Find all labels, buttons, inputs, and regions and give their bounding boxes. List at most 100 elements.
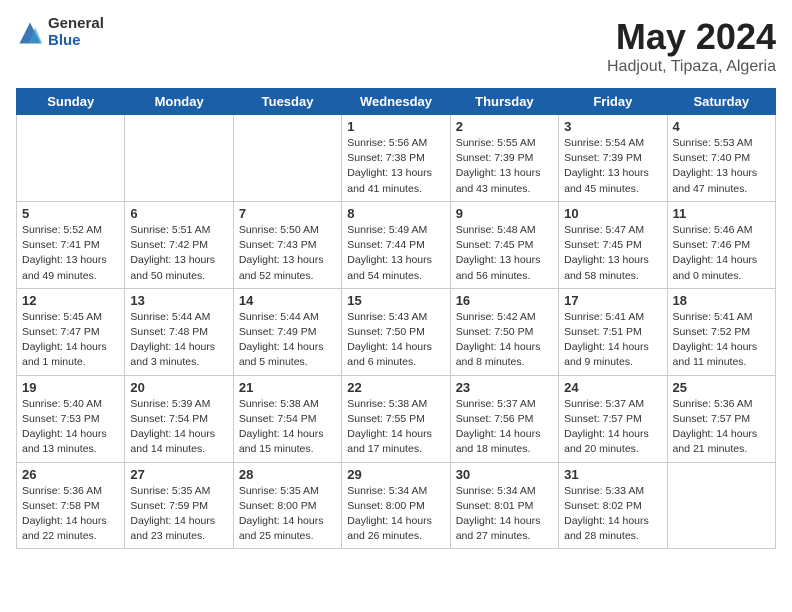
weekday-header: Saturday bbox=[667, 89, 775, 115]
calendar-cell: 11 Sunrise: 5:46 AMSunset: 7:46 PMDayligh… bbox=[667, 201, 775, 288]
day-number: 8 bbox=[347, 206, 444, 221]
day-info: Sunrise: 5:51 AMSunset: 7:42 PMDaylight:… bbox=[130, 223, 227, 284]
calendar-cell: 31 Sunrise: 5:33 AMSunset: 8:02 PMDayligh… bbox=[559, 462, 667, 549]
calendar-cell: 22 Sunrise: 5:38 AMSunset: 7:55 PMDayligh… bbox=[342, 375, 450, 462]
day-number: 9 bbox=[456, 206, 553, 221]
day-info: Sunrise: 5:44 AMSunset: 7:48 PMDaylight:… bbox=[130, 310, 227, 371]
weekday-header: Friday bbox=[559, 89, 667, 115]
calendar-cell bbox=[17, 115, 125, 202]
day-number: 12 bbox=[22, 293, 119, 308]
day-info: Sunrise: 5:41 AMSunset: 7:52 PMDaylight:… bbox=[673, 310, 770, 371]
day-info: Sunrise: 5:45 AMSunset: 7:47 PMDaylight:… bbox=[22, 310, 119, 371]
day-info: Sunrise: 5:46 AMSunset: 7:46 PMDaylight:… bbox=[673, 223, 770, 284]
day-number: 15 bbox=[347, 293, 444, 308]
day-info: Sunrise: 5:38 AMSunset: 7:55 PMDaylight:… bbox=[347, 397, 444, 458]
calendar-cell: 8 Sunrise: 5:49 AMSunset: 7:44 PMDaylight… bbox=[342, 201, 450, 288]
calendar-cell: 1 Sunrise: 5:56 AMSunset: 7:38 PMDaylight… bbox=[342, 115, 450, 202]
day-number: 18 bbox=[673, 293, 770, 308]
calendar-cell bbox=[125, 115, 233, 202]
calendar-week-row: 5Sunrise: 5:52 AMSunset: 7:41 PMDaylight… bbox=[17, 201, 776, 288]
calendar-cell: 15 Sunrise: 5:43 AMSunset: 7:50 PMDayligh… bbox=[342, 288, 450, 375]
day-info: Sunrise: 5:38 AMSunset: 7:54 PMDaylight:… bbox=[239, 397, 336, 458]
calendar-cell: 21 Sunrise: 5:38 AMSunset: 7:54 PMDayligh… bbox=[233, 375, 341, 462]
logo-blue: Blue bbox=[48, 33, 104, 50]
day-info: Sunrise: 5:47 AMSunset: 7:45 PMDaylight:… bbox=[564, 223, 661, 284]
day-number: 19 bbox=[22, 380, 119, 395]
calendar-cell: 19 Sunrise: 5:40 AMSunset: 7:53 PMDayligh… bbox=[17, 375, 125, 462]
calendar-cell: 18 Sunrise: 5:41 AMSunset: 7:52 PMDayligh… bbox=[667, 288, 775, 375]
weekday-header: Wednesday bbox=[342, 89, 450, 115]
day-info: Sunrise: 5:39 AMSunset: 7:54 PMDaylight:… bbox=[130, 397, 227, 458]
day-info: Sunrise: 5:56 AMSunset: 7:38 PMDaylight:… bbox=[347, 136, 444, 197]
day-number: 17 bbox=[564, 293, 661, 308]
day-number: 3 bbox=[564, 119, 661, 134]
day-number: 22 bbox=[347, 380, 444, 395]
day-number: 16 bbox=[456, 293, 553, 308]
day-info: Sunrise: 5:35 AMSunset: 7:59 PMDaylight:… bbox=[130, 484, 227, 545]
day-info: Sunrise: 5:43 AMSunset: 7:50 PMDaylight:… bbox=[347, 310, 444, 371]
day-number: 14 bbox=[239, 293, 336, 308]
calendar-cell: 17 Sunrise: 5:41 AMSunset: 7:51 PMDayligh… bbox=[559, 288, 667, 375]
calendar-table: SundayMondayTuesdayWednesdayThursdayFrid… bbox=[16, 88, 776, 549]
calendar-week-row: 19 Sunrise: 5:40 AMSunset: 7:53 PMDayligh… bbox=[17, 375, 776, 462]
calendar-cell: 4Sunrise: 5:53 AMSunset: 7:40 PMDaylight… bbox=[667, 115, 775, 202]
calendar-cell: 10 Sunrise: 5:47 AMSunset: 7:45 PMDayligh… bbox=[559, 201, 667, 288]
title-block: May 2024 Hadjout, Tipaza, Algeria bbox=[607, 16, 776, 76]
weekday-header: Sunday bbox=[17, 89, 125, 115]
day-number: 29 bbox=[347, 467, 444, 482]
day-number: 7 bbox=[239, 206, 336, 221]
title-location: Hadjout, Tipaza, Algeria bbox=[607, 58, 776, 76]
day-number: 23 bbox=[456, 380, 553, 395]
day-info: Sunrise: 5:37 AMSunset: 7:57 PMDaylight:… bbox=[564, 397, 661, 458]
weekday-header: Tuesday bbox=[233, 89, 341, 115]
calendar-cell: 7Sunrise: 5:50 AMSunset: 7:43 PMDaylight… bbox=[233, 201, 341, 288]
calendar-cell: 2 Sunrise: 5:55 AMSunset: 7:39 PMDaylight… bbox=[450, 115, 558, 202]
calendar-cell: 12 Sunrise: 5:45 AMSunset: 7:47 PMDayligh… bbox=[17, 288, 125, 375]
day-info: Sunrise: 5:44 AMSunset: 7:49 PMDaylight:… bbox=[239, 310, 336, 371]
day-info: Sunrise: 5:42 AMSunset: 7:50 PMDaylight:… bbox=[456, 310, 553, 371]
weekday-header-row: SundayMondayTuesdayWednesdayThursdayFrid… bbox=[17, 89, 776, 115]
weekday-header: Monday bbox=[125, 89, 233, 115]
day-number: 28 bbox=[239, 467, 336, 482]
calendar-week-row: 1 Sunrise: 5:56 AMSunset: 7:38 PMDaylight… bbox=[17, 115, 776, 202]
calendar-cell: 14 Sunrise: 5:44 AMSunset: 7:49 PMDayligh… bbox=[233, 288, 341, 375]
day-number: 27 bbox=[130, 467, 227, 482]
day-number: 13 bbox=[130, 293, 227, 308]
day-number: 24 bbox=[564, 380, 661, 395]
day-info: Sunrise: 5:55 AMSunset: 7:39 PMDaylight:… bbox=[456, 136, 553, 197]
day-info: Sunrise: 5:36 AMSunset: 7:57 PMDaylight:… bbox=[673, 397, 770, 458]
logo-icon bbox=[16, 19, 44, 47]
calendar-cell: 26 Sunrise: 5:36 AMSunset: 7:58 PMDayligh… bbox=[17, 462, 125, 549]
calendar-cell: 9Sunrise: 5:48 AMSunset: 7:45 PMDaylight… bbox=[450, 201, 558, 288]
day-number: 5 bbox=[22, 206, 119, 221]
day-info: Sunrise: 5:49 AMSunset: 7:44 PMDaylight:… bbox=[347, 223, 444, 284]
day-number: 1 bbox=[347, 119, 444, 134]
calendar-cell: 24 Sunrise: 5:37 AMSunset: 7:57 PMDayligh… bbox=[559, 375, 667, 462]
calendar-cell: 20Sunrise: 5:39 AMSunset: 7:54 PMDayligh… bbox=[125, 375, 233, 462]
day-info: Sunrise: 5:36 AMSunset: 7:58 PMDaylight:… bbox=[22, 484, 119, 545]
day-number: 26 bbox=[22, 467, 119, 482]
page-header: General Blue May 2024 Hadjout, Tipaza, A… bbox=[16, 16, 776, 76]
calendar-cell: 28 Sunrise: 5:35 AMSunset: 8:00 PMDayligh… bbox=[233, 462, 341, 549]
calendar-cell: 5Sunrise: 5:52 AMSunset: 7:41 PMDaylight… bbox=[17, 201, 125, 288]
day-number: 25 bbox=[673, 380, 770, 395]
calendar-week-row: 26 Sunrise: 5:36 AMSunset: 7:58 PMDayligh… bbox=[17, 462, 776, 549]
day-number: 30 bbox=[456, 467, 553, 482]
calendar-cell: 6Sunrise: 5:51 AMSunset: 7:42 PMDaylight… bbox=[125, 201, 233, 288]
day-info: Sunrise: 5:34 AMSunset: 8:01 PMDaylight:… bbox=[456, 484, 553, 545]
day-info: Sunrise: 5:35 AMSunset: 8:00 PMDaylight:… bbox=[239, 484, 336, 545]
day-number: 2 bbox=[456, 119, 553, 134]
calendar-cell: 30 Sunrise: 5:34 AMSunset: 8:01 PMDayligh… bbox=[450, 462, 558, 549]
calendar-cell: 23 Sunrise: 5:37 AMSunset: 7:56 PMDayligh… bbox=[450, 375, 558, 462]
day-number: 21 bbox=[239, 380, 336, 395]
title-month: May 2024 bbox=[607, 16, 776, 58]
calendar-cell: 29Sunrise: 5:34 AMSunset: 8:00 PMDayligh… bbox=[342, 462, 450, 549]
day-info: Sunrise: 5:41 AMSunset: 7:51 PMDaylight:… bbox=[564, 310, 661, 371]
day-info: Sunrise: 5:33 AMSunset: 8:02 PMDaylight:… bbox=[564, 484, 661, 545]
day-number: 10 bbox=[564, 206, 661, 221]
day-info: Sunrise: 5:53 AMSunset: 7:40 PMDaylight:… bbox=[673, 136, 770, 197]
day-number: 11 bbox=[673, 206, 770, 221]
day-info: Sunrise: 5:37 AMSunset: 7:56 PMDaylight:… bbox=[456, 397, 553, 458]
day-info: Sunrise: 5:40 AMSunset: 7:53 PMDaylight:… bbox=[22, 397, 119, 458]
day-number: 31 bbox=[564, 467, 661, 482]
